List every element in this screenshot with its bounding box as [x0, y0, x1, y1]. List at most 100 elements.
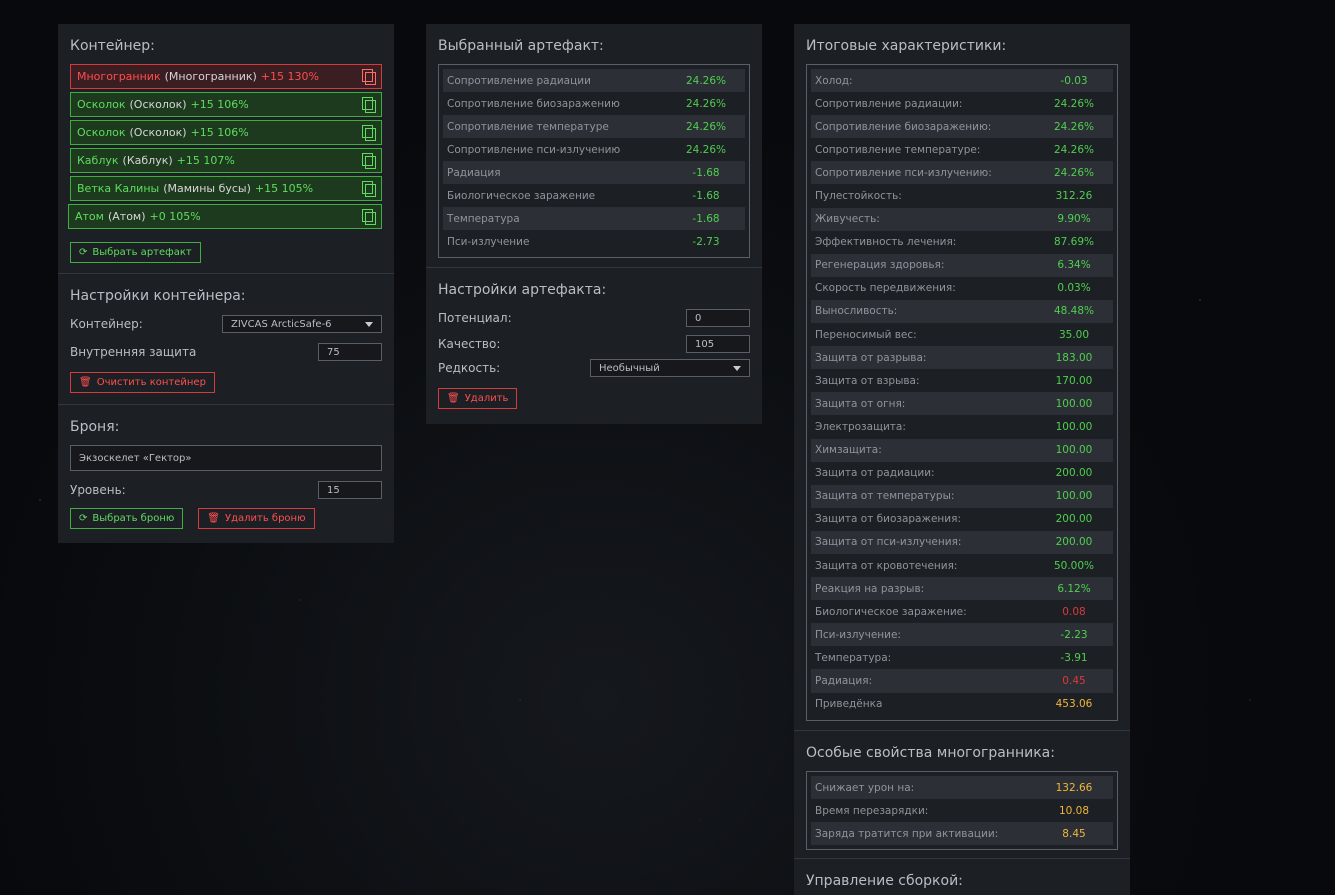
artifact-slot[interactable]: Ветка Калины (Мамины бусы) +15 105%	[70, 176, 382, 201]
artifact-slot[interactable]: Осколок (Осколок) +15 106%	[70, 120, 382, 145]
copy-icon[interactable]	[362, 181, 376, 197]
stat-value: -0.03	[1060, 74, 1088, 87]
stat-label: Регенерация здоровья:	[815, 259, 945, 272]
stat-value: 24.26%	[685, 97, 727, 110]
container-label: Контейнер:	[70, 317, 143, 331]
stat-row: Биологическое заражение -1.68	[443, 184, 745, 207]
stat-value: 24.26%	[685, 120, 727, 133]
clear-container-button[interactable]: 🗑 Очистить контейнер	[70, 372, 215, 393]
armor-title: Броня:	[70, 419, 120, 435]
stat-label: Биологическое заражение	[447, 189, 596, 202]
stat-row: Защита от кровотечения: 50.00%	[811, 554, 1113, 577]
stat-label: Радиация	[447, 166, 501, 179]
stat-row: Пулестойкость: 312.26	[811, 184, 1113, 207]
stat-label: Температура	[447, 212, 520, 225]
stat-value: 453.06	[1055, 698, 1093, 711]
stat-row: Заряда тратится при активации: 8.45	[811, 822, 1113, 845]
artifact-title: Выбранный артефакт:	[438, 38, 604, 54]
rarity-select[interactable]: Необычный	[590, 359, 750, 377]
slot-name: Атом	[75, 210, 104, 223]
slot-name: Многогранник	[77, 70, 161, 83]
stat-row: Температура -1.68	[443, 207, 745, 230]
stat-label: Холод:	[815, 74, 853, 87]
stat-value: 200.00	[1055, 513, 1093, 526]
copy-icon[interactable]	[362, 97, 376, 113]
stat-value: 200.00	[1055, 467, 1093, 480]
stat-row: Защита от биозаражения: 200.00	[811, 508, 1113, 531]
artifact-slot[interactable]: Многогранник (Многогранник) +15 130%	[70, 64, 382, 89]
stat-label: Реакция на разрыв:	[815, 582, 925, 595]
delete-artifact-button[interactable]: 🗑 Удалить	[438, 388, 518, 409]
stat-label: Защита от биозаражения:	[815, 513, 961, 526]
potential-input[interactable]: 0	[686, 309, 750, 327]
stat-value: 0.08	[1062, 605, 1086, 618]
stat-label: Сопротивление радиации	[447, 74, 591, 87]
stat-label: Биологическое заражение:	[815, 605, 967, 618]
choose-armor-button[interactable]: ⟳ Выбрать броню	[70, 508, 184, 529]
copy-icon[interactable]	[362, 125, 376, 141]
stat-value: 132.66	[1055, 781, 1093, 794]
inner-protection-input[interactable]: 75	[318, 343, 382, 361]
stat-value: 8.45	[1062, 827, 1086, 840]
stat-value: 48.48%	[1053, 305, 1095, 318]
stat-value: -2.23	[1060, 628, 1088, 641]
stat-label: Сопротивление пси-излучению	[447, 143, 621, 156]
stat-row: Скорость передвижения: 0.03%	[811, 277, 1113, 300]
level-label: Уровень:	[70, 483, 126, 497]
stat-value: -1.68	[692, 212, 720, 225]
choose-artifact-button[interactable]: ⟳ Выбрать артефакт	[70, 242, 201, 263]
slot-name: Осколок	[77, 126, 126, 139]
rarity-label: Редкость:	[438, 361, 501, 375]
refresh-icon: ⟳	[79, 247, 88, 258]
stat-value: 200.00	[1055, 536, 1093, 549]
stat-row: Радиация: 0.45	[811, 669, 1113, 693]
copy-icon[interactable]	[362, 153, 376, 169]
totals-stats-table: Холод: -0.03 Сопротивление радиации: 24.26%…	[806, 64, 1118, 721]
stat-label: Сопротивление биозаражению:	[815, 120, 992, 133]
stat-row: Температура: -3.91	[811, 646, 1113, 669]
slot-level: +0 105%	[149, 210, 201, 223]
stat-row: Живучесть: 9.90%	[811, 207, 1113, 231]
stat-label: Пси-излучение	[447, 235, 530, 248]
potential-label: Потенциал:	[438, 311, 512, 325]
stat-row: Регенерация здоровья: 6.34%	[811, 253, 1113, 277]
stat-label: Защита от кровотечения:	[815, 559, 958, 572]
slot-name: Ветка Калины	[77, 182, 160, 195]
slot-name: Осколок	[77, 98, 126, 111]
container-select[interactable]: ZIVCAS ArcticSafe-6	[222, 315, 382, 333]
stat-value: 24.26%	[685, 74, 727, 87]
artifact-slot[interactable]: Атом (Атом) +0 105%	[68, 204, 382, 229]
copy-icon[interactable]	[362, 69, 376, 85]
artifact-slot[interactable]: Каблук (Каблук) +15 107%	[70, 148, 382, 173]
slot-subname: (Многогранник)	[164, 70, 257, 83]
slot-name: Каблук	[77, 154, 119, 167]
level-input[interactable]: 15	[318, 481, 382, 499]
delete-armor-button[interactable]: 🗑 Удалить броню	[198, 508, 315, 529]
armor-input[interactable]: Экзоскелет «Гектор»	[70, 445, 382, 471]
stat-label: Сопротивление температуре:	[815, 143, 981, 156]
artifact-slot-list: Многогранник (Многогранник) +15 130% Осколо…	[68, 64, 382, 229]
stat-label: Переносимый вес:	[815, 328, 917, 341]
artifact-slot[interactable]: Осколок (Осколок) +15 106%	[70, 92, 382, 117]
stat-row: Реакция на разрыв: 6.12%	[811, 577, 1113, 601]
stat-row: Сопротивление радиации 24.26%	[443, 69, 745, 92]
stat-value: 100.00	[1055, 397, 1093, 410]
stat-value: 87.69%	[1053, 236, 1095, 249]
stat-label: Сопротивление биозаражению	[447, 97, 620, 110]
stat-row: Переносимый вес: 35.00	[811, 323, 1113, 346]
stat-label: Скорость передвижения:	[815, 282, 956, 295]
stat-row: Защита от температуры: 100.00	[811, 484, 1113, 508]
container-settings-title: Настройки контейнера:	[70, 288, 246, 304]
totals-title: Итоговые характеристики:	[806, 38, 1007, 54]
stat-value: 50.00%	[1053, 559, 1095, 572]
stat-label: Защита от разрыва:	[815, 351, 927, 364]
copy-icon[interactable]	[362, 209, 376, 225]
stat-value: 183.00	[1055, 351, 1093, 364]
slot-level: +15 106%	[190, 126, 249, 139]
trash-icon: 🗑	[207, 513, 220, 524]
trash-icon: 🗑	[79, 377, 92, 388]
stat-row: Сопротивление биозаражению: 24.26%	[811, 115, 1113, 139]
stat-value: -1.68	[692, 189, 720, 202]
quality-input[interactable]: 105	[686, 335, 750, 353]
stat-label: Защита от взрыва:	[815, 374, 920, 387]
